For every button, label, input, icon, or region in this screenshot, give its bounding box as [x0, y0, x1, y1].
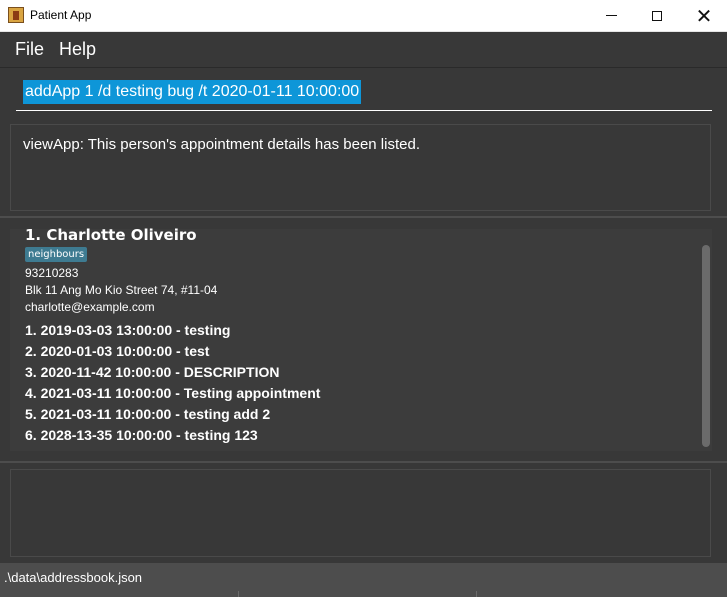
status-separator: [476, 591, 477, 597]
status-bar: .\data\addressbook.json: [0, 563, 727, 597]
bottom-panel: [10, 469, 711, 557]
minimize-button[interactable]: [588, 0, 634, 31]
person-card[interactable]: 1. Charlotte Oliveiro neighbours 9321028…: [10, 226, 698, 451]
divider: [0, 461, 727, 463]
window-title: Patient App: [30, 8, 92, 22]
scrollbar-thumb[interactable]: [702, 245, 710, 447]
menu-help[interactable]: Help: [59, 39, 96, 60]
save-location: .\data\addressbook.json: [4, 570, 143, 585]
minimize-icon: [605, 15, 617, 16]
status-separator: [238, 591, 239, 597]
close-icon: ✕: [695, 3, 713, 28]
app-icon: [8, 7, 24, 23]
appointment-item: 3. 2020-11-42 10:00:00 - DESCRIPTION: [25, 364, 280, 380]
command-area: addApp 1 /d testing bug /t 2020-01-11 10…: [0, 68, 727, 118]
window-titlebar: Patient App ✕: [0, 0, 727, 32]
appointment-item: 2. 2020-01-03 10:00:00 - test: [25, 343, 210, 359]
person-address: Blk 11 Ang Mo Kio Street 74, #11-04: [25, 283, 218, 297]
maximize-icon: [652, 10, 662, 21]
divider: [0, 216, 727, 218]
command-input-text: addApp 1 /d testing bug /t 2020-01-11 10…: [23, 80, 362, 104]
person-tag: neighbours: [25, 247, 88, 262]
result-message: viewApp: This person's appointment detai…: [23, 136, 420, 153]
command-input[interactable]: addApp 1 /d testing bug /t 2020-01-11 10…: [16, 80, 712, 111]
maximize-button[interactable]: [634, 0, 680, 31]
appointment-item: 4. 2021-03-11 10:00:00 - Testing appoint…: [25, 385, 321, 401]
person-name: 1. Charlotte Oliveiro: [25, 226, 197, 244]
appointment-item: 5. 2021-03-11 10:00:00 - testing add 2: [25, 406, 271, 422]
menu-file[interactable]: File: [15, 39, 44, 60]
appointment-item: 6. 2028-13-35 10:00:00 - testing 123: [25, 427, 258, 443]
appointment-item: 1. 2019-03-03 13:00:00 - testing: [25, 322, 231, 338]
result-display[interactable]: viewApp: This person's appointment detai…: [10, 124, 711, 211]
person-email: charlotte@example.com: [25, 300, 155, 314]
close-button[interactable]: ✕: [681, 0, 727, 31]
menu-bar: File Help: [0, 32, 727, 68]
person-phone: 93210283: [25, 266, 79, 280]
